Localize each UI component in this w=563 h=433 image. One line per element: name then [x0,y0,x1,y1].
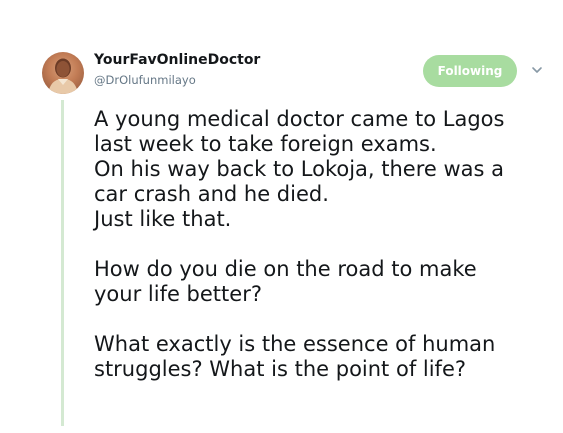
thread-connector-line [61,100,64,426]
tweet-line: struggles? What is the point of life? [94,357,467,381]
chevron-down-icon[interactable] [531,64,543,76]
tweet-line: How do you die on the road to make [94,257,477,281]
avatar[interactable] [42,52,84,94]
tweet-paragraph: A young medical doctor came to Lagos las… [94,107,554,232]
following-button[interactable]: Following [423,55,517,87]
tweet-paragraph: What exactly is the essence of human str… [94,332,554,382]
profile-photo-icon [48,58,78,94]
tweet-line: last week to take foreign exams. [94,132,437,156]
tweet-line: What exactly is the essence of human [94,332,496,356]
tweet-line: car crash and he died. [94,182,329,206]
tweet-line: On his way back to Lokoja, there was a [94,157,505,181]
display-name[interactable]: YourFavOnlineDoctor [94,52,260,68]
user-handle[interactable]: @DrOlufunmilayo [94,73,196,87]
tweet-text: A young medical doctor came to Lagos las… [94,107,554,407]
tweet-line: Just like that. [94,207,232,231]
tweet-paragraph: How do you die on the road to make your … [94,257,554,307]
tweet-line: your life better? [94,282,262,306]
tweet-line: A young medical doctor came to Lagos [94,107,505,131]
